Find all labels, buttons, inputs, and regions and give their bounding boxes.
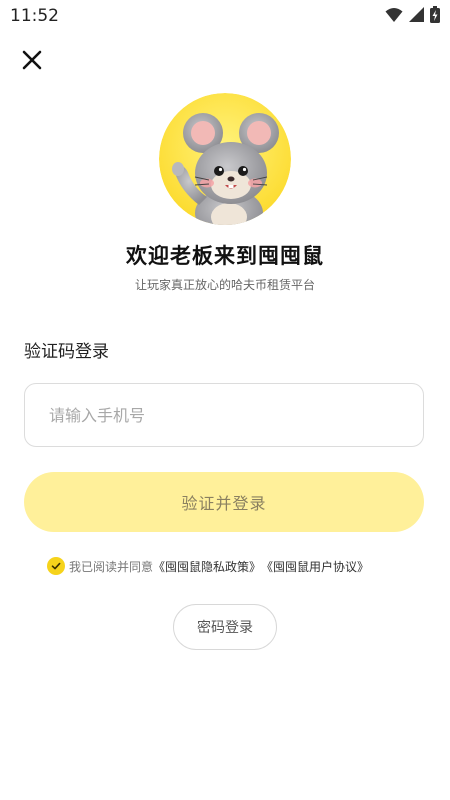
- welcome-title: 欢迎老板来到囤囤鼠: [126, 244, 324, 268]
- checkmark-icon: [51, 562, 61, 570]
- close-icon: [22, 50, 42, 70]
- user-agreement-link[interactable]: 《囤囤鼠用户协议》: [261, 558, 369, 575]
- privacy-policy-link[interactable]: 《囤囤鼠隐私政策》: [153, 558, 261, 575]
- agreement-prefix: 我已阅读并同意: [69, 559, 154, 574]
- verify-login-button-label: 验证并登录: [181, 494, 267, 513]
- status-icons: [385, 6, 440, 23]
- password-login-button[interactable]: 密码登录: [173, 604, 277, 650]
- welcome-subtitle: 让玩家真正放心的哈夫币租赁平台: [134, 278, 315, 292]
- status-time: 11:52: [10, 6, 59, 26]
- mouse-mascot-icon: [159, 93, 291, 225]
- agreement-row: 我已阅读并同意 《囤囤鼠隐私政策》 《囤囤鼠用户协议》: [47, 556, 369, 576]
- wifi-icon: [385, 7, 403, 22]
- phone-input[interactable]: [24, 383, 424, 447]
- cell-signal-icon: [409, 7, 424, 22]
- agreement-checkbox[interactable]: [47, 557, 65, 575]
- status-bar: 11:52: [0, 0, 450, 32]
- password-login-label: 密码登录: [197, 620, 253, 636]
- close-button[interactable]: [18, 46, 46, 74]
- verify-login-button[interactable]: 验证并登录: [24, 472, 424, 532]
- battery-charging-icon: [430, 6, 440, 23]
- sms-login-label: 验证码登录: [24, 342, 109, 362]
- avatar: [159, 93, 291, 225]
